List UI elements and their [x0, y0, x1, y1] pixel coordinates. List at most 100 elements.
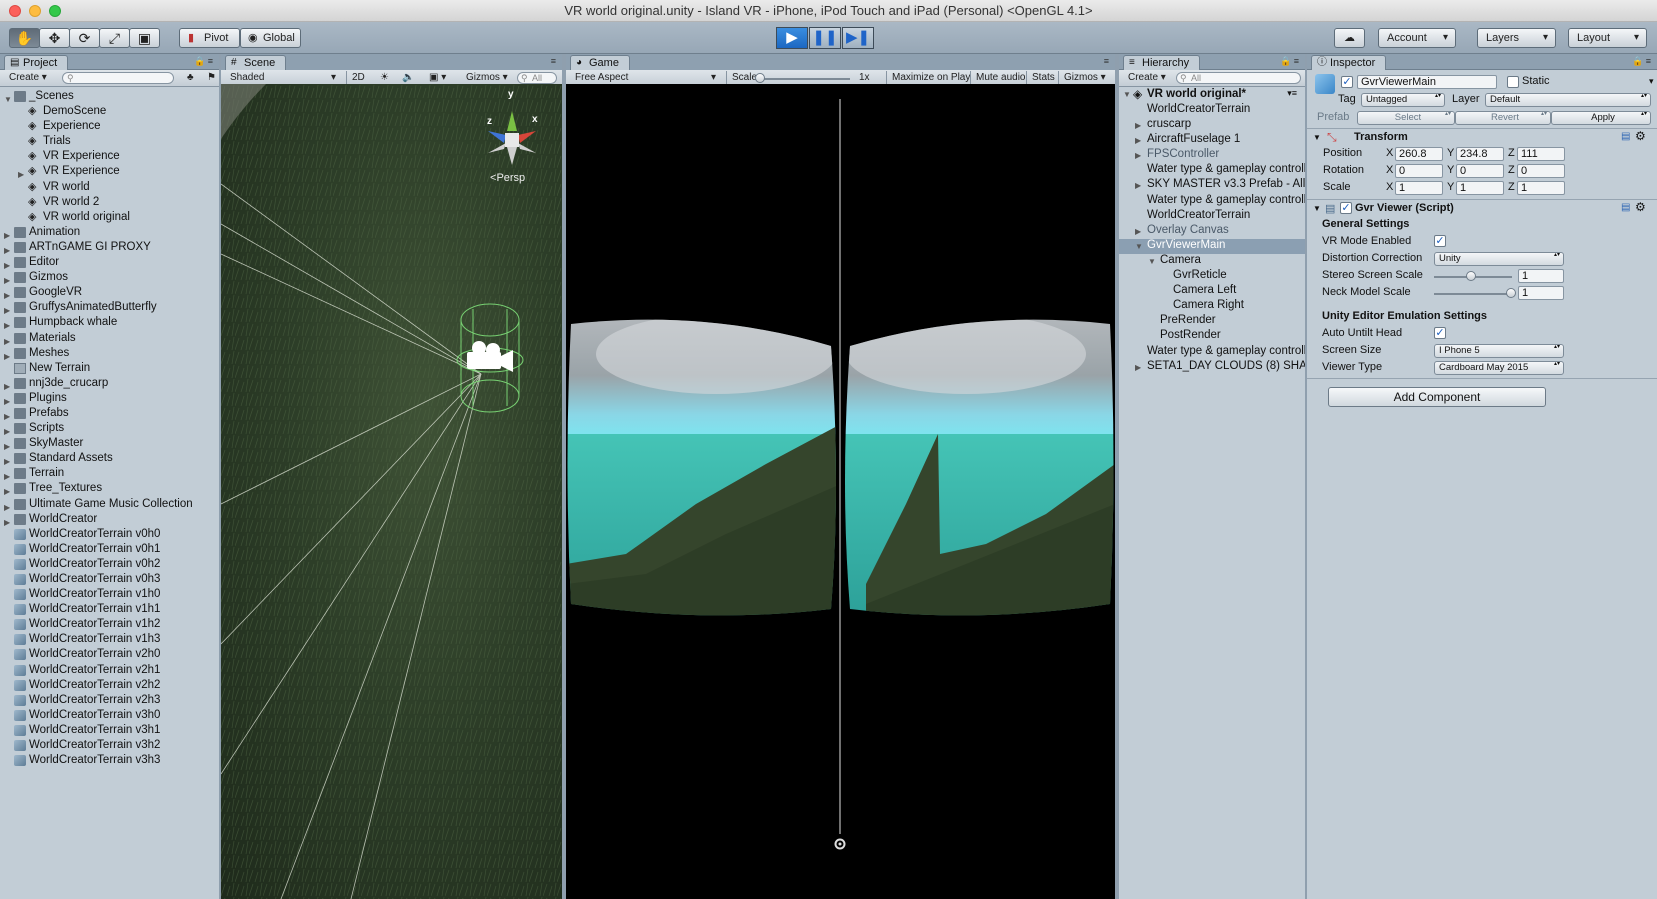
- project-item[interactable]: ▶ Materials: [0, 331, 219, 346]
- gvr-viewer-enabled-checkbox[interactable]: ✓: [1340, 202, 1352, 214]
- project-create-dropdown[interactable]: Create ▾: [4, 71, 52, 85]
- stereo-scale-field[interactable]: 1: [1518, 269, 1564, 283]
- hierarchy-item[interactable]: ▼ Camera: [1119, 254, 1305, 269]
- hierarchy-item[interactable]: ▶ cruscarp: [1119, 118, 1305, 133]
- tab-inspector[interactable]: ⓘ Inspector: [1311, 55, 1387, 70]
- filter-label-icon[interactable]: ⚑: [202, 71, 219, 85]
- project-item[interactable]: ▶ Prefabs: [0, 406, 219, 421]
- cloud-button[interactable]: ☁: [1334, 28, 1365, 48]
- active-checkbox[interactable]: ✓: [1341, 76, 1353, 88]
- foldout-arrow[interactable]: ▶: [1135, 121, 1141, 130]
- scale-z-field[interactable]: 1: [1517, 181, 1565, 195]
- scale-slider[interactable]: [758, 78, 850, 80]
- hierarchy-item[interactable]: GvrReticle: [1119, 269, 1305, 284]
- viewer-type-dropdown[interactable]: Cardboard May 2015: [1434, 361, 1564, 375]
- tab-scene[interactable]: # Scene: [225, 55, 287, 70]
- project-item[interactable]: ▶ WorldCreator: [0, 512, 219, 527]
- panel-menu-icon[interactable]: ≡: [551, 56, 556, 66]
- project-item[interactable]: ◈ Experience: [0, 119, 219, 134]
- project-item[interactable]: WorldCreatorTerrain v0h1: [0, 542, 219, 557]
- hierarchy-item[interactable]: PreRender: [1119, 314, 1305, 329]
- project-item[interactable]: ◈ DemoScene: [0, 104, 219, 119]
- project-item[interactable]: ▶ Plugins: [0, 391, 219, 406]
- project-item[interactable]: ◈ VR Experience: [0, 149, 219, 164]
- project-item[interactable]: New Terrain: [0, 361, 219, 376]
- project-item[interactable]: WorldCreatorTerrain v2h1: [0, 663, 219, 678]
- minimize-window-button[interactable]: [29, 5, 41, 17]
- help-book-icon[interactable]: ▤: [1621, 131, 1630, 142]
- scene-gizmos-dropdown[interactable]: Gizmos ▾: [461, 71, 513, 85]
- position-y-field[interactable]: 234.8: [1456, 147, 1504, 161]
- rotate-tool-button[interactable]: ⟳: [69, 28, 100, 48]
- project-item[interactable]: ▶ Terrain: [0, 466, 219, 481]
- project-item[interactable]: ▶ GoogleVR: [0, 285, 219, 300]
- project-item[interactable]: WorldCreatorTerrain v0h3: [0, 572, 219, 587]
- foldout-arrow[interactable]: ▼: [1313, 204, 1321, 213]
- hand-tool-button[interactable]: ✋: [9, 28, 40, 48]
- position-x-field[interactable]: 260.8: [1395, 147, 1443, 161]
- play-button[interactable]: ▶: [776, 27, 808, 49]
- hierarchy-item[interactable]: ▼ GvrViewerMain: [1119, 238, 1305, 254]
- hierarchy-item[interactable]: ▶ Overlay Canvas: [1119, 224, 1305, 239]
- project-item[interactable]: WorldCreatorTerrain v3h0: [0, 708, 219, 723]
- project-item[interactable]: ▶ Animation: [0, 225, 219, 240]
- effects-toggle-icon[interactable]: ▣ ▾: [424, 71, 451, 85]
- hierarchy-item[interactable]: Camera Left: [1119, 284, 1305, 299]
- scene-search-input[interactable]: ⚲ All: [517, 72, 557, 84]
- game-viewport[interactable]: [566, 84, 1115, 899]
- vr-mode-checkbox[interactable]: ✓: [1434, 235, 1446, 247]
- project-item[interactable]: ▼ _Scenes: [0, 89, 219, 104]
- maximize-on-play-toggle[interactable]: Maximize on Play: [886, 71, 975, 85]
- project-item[interactable]: ◈ VR world 2: [0, 195, 219, 210]
- hierarchy-item[interactable]: Camera Right: [1119, 299, 1305, 314]
- project-item[interactable]: ▶ Humpback whale: [0, 315, 219, 330]
- project-item[interactable]: ◈ VR world: [0, 180, 219, 195]
- tab-hierarchy[interactable]: ≡ Hierarchy: [1123, 55, 1201, 70]
- foldout-arrow[interactable]: ▼: [1313, 133, 1321, 142]
- global-toggle-button[interactable]: ◉ Global: [240, 28, 301, 48]
- foldout-arrow[interactable]: ▼: [1148, 257, 1156, 266]
- prefab-select-button[interactable]: Select: [1357, 111, 1455, 125]
- object-name-field[interactable]: GvrViewerMain: [1357, 75, 1497, 89]
- add-component-button[interactable]: Add Component: [1328, 387, 1546, 407]
- foldout-arrow[interactable]: ▶: [1135, 136, 1141, 145]
- hierarchy-item[interactable]: ▶ SKY MASTER v3.3 Prefab - All sy: [1119, 178, 1305, 193]
- step-button[interactable]: ▶❚: [842, 27, 874, 49]
- project-search-input[interactable]: ⚲: [62, 72, 174, 84]
- project-item[interactable]: WorldCreatorTerrain v0h0: [0, 527, 219, 542]
- hierarchy-item[interactable]: ▶ FPSController: [1119, 148, 1305, 163]
- aspect-dropdown[interactable]: Free Aspect ▾: [570, 71, 720, 85]
- scale-x-field[interactable]: 1: [1395, 181, 1443, 195]
- pause-button[interactable]: ❚❚: [809, 27, 841, 49]
- prefab-revert-button[interactable]: Revert: [1455, 111, 1551, 125]
- foldout-arrow[interactable]: ▶: [1135, 181, 1141, 190]
- close-window-button[interactable]: [9, 5, 21, 17]
- foldout-arrow[interactable]: ▶: [1135, 363, 1141, 372]
- pivot-toggle-button[interactable]: ▮ Pivot: [179, 28, 240, 48]
- neck-scale-field[interactable]: 1: [1518, 286, 1564, 300]
- project-item[interactable]: ▶ ARTnGAME GI PROXY: [0, 240, 219, 255]
- panel-menu-icon[interactable]: ≡: [1104, 56, 1109, 66]
- filter-type-icon[interactable]: ♣: [182, 71, 199, 85]
- foldout-arrow[interactable]: ▼: [1135, 242, 1143, 251]
- hierarchy-item[interactable]: Water type & gameplay controll: [1119, 194, 1305, 209]
- screen-size-dropdown[interactable]: I Phone 5: [1434, 344, 1564, 358]
- layer-dropdown[interactable]: Default: [1485, 93, 1651, 107]
- project-item[interactable]: WorldCreatorTerrain v1h0: [0, 587, 219, 602]
- hierarchy-item[interactable]: PostRender: [1119, 329, 1305, 344]
- project-item[interactable]: ◈ VR world original: [0, 210, 219, 225]
- project-item[interactable]: ▶ nnj3de_crucarp: [0, 376, 219, 391]
- neck-scale-slider[interactable]: [1434, 293, 1512, 295]
- hierarchy-create-dropdown[interactable]: Create ▾: [1123, 71, 1171, 85]
- position-z-field[interactable]: 111: [1517, 147, 1565, 161]
- project-item[interactable]: ▶ ◈ VR Experience: [0, 164, 219, 179]
- game-gizmos-dropdown[interactable]: Gizmos ▾: [1058, 71, 1111, 85]
- panel-menu-icon[interactable]: 🔒 ≡: [1632, 56, 1651, 67]
- hierarchy-item[interactable]: ▶ AircraftFuselage 1: [1119, 133, 1305, 148]
- tag-dropdown[interactable]: Untagged: [1361, 93, 1445, 107]
- scene-viewport[interactable]: y x z <Persp: [221, 84, 562, 899]
- persp-label[interactable]: <Persp: [490, 172, 525, 184]
- help-book-icon[interactable]: ▤: [1621, 202, 1630, 213]
- project-item[interactable]: ▶ Scripts: [0, 421, 219, 436]
- hierarchy-scene-header[interactable]: ▼ ◈ VR world original* ▾≡: [1119, 87, 1305, 103]
